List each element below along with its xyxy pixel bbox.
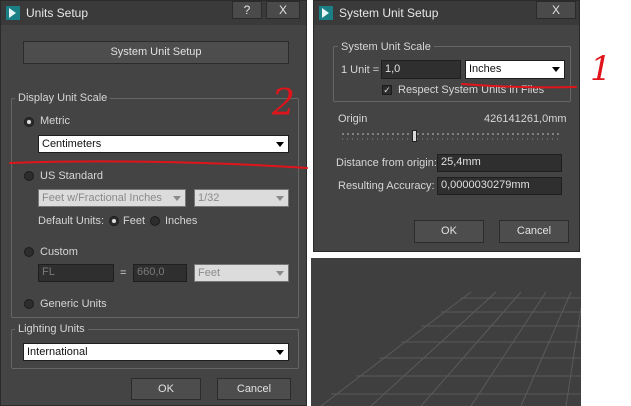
distance-label: Distance from origin: — [336, 157, 437, 169]
feet-radio[interactable] — [109, 216, 119, 226]
custom-unit-dropdown[interactable]: Feet — [194, 264, 289, 282]
lighting-units-label: Lighting Units — [15, 323, 88, 335]
perspective-viewport[interactable] — [311, 258, 581, 406]
close-button[interactable]: X — [266, 1, 300, 19]
annotation-underline-1 — [461, 83, 577, 89]
origin-slider-track[interactable] — [336, 128, 566, 142]
origin-value: 426141261,0mm — [484, 113, 567, 125]
equals-sign: = — [120, 267, 127, 279]
annotation-number-2: 2 — [272, 83, 295, 124]
custom-radio[interactable] — [24, 247, 34, 257]
system-unit-setup-dialog: System Unit Setup X System Unit Scale 1 … — [313, 0, 580, 252]
units-setup-dialog: Units Setup ? X System Unit Setup Displa… — [0, 0, 307, 406]
system-unit-setup-titlebar[interactable]: System Unit Setup X — [314, 1, 579, 25]
system-unit-scale-label: System Unit Scale — [338, 41, 434, 53]
metric-label: Metric — [40, 115, 70, 127]
metric-unit-value: Centimeters — [42, 138, 102, 150]
display-unit-scale-label: Display Unit Scale — [15, 92, 111, 104]
origin-slider-thumb[interactable] — [412, 130, 417, 142]
default-units-label: Default Units: — [38, 215, 105, 227]
viewport-grid — [320, 291, 581, 406]
app-logo-icon — [319, 6, 333, 20]
ok-button[interactable]: OK — [414, 220, 484, 243]
chevron-down-icon — [276, 142, 284, 147]
chevron-down-icon — [276, 196, 284, 201]
one-unit-label: 1 Unit = — [341, 64, 380, 76]
respect-units-checkbox[interactable]: ✓ — [382, 85, 392, 95]
us-unit-value: Feet w/Fractional Inches — [42, 192, 162, 204]
distance-field: 25,4mm — [437, 154, 562, 172]
annotation-number-1: 1 — [590, 49, 612, 89]
us-fraction-dropdown[interactable]: 1/32 — [194, 189, 289, 207]
generic-units-radio[interactable] — [24, 299, 34, 309]
units-setup-titlebar[interactable]: Units Setup ? X — [1, 1, 306, 25]
system-unit-setup-title: System Unit Setup — [339, 6, 439, 20]
custom-unit-value: Feet — [198, 267, 221, 279]
metric-radio[interactable] — [24, 117, 34, 127]
display-unit-scale-group — [11, 98, 299, 318]
inches-label: Inches — [165, 215, 198, 227]
system-unit-value: Inches — [469, 63, 502, 75]
system-unit-dropdown[interactable]: Inches — [465, 60, 565, 79]
inches-radio[interactable] — [150, 216, 160, 226]
ok-button[interactable]: OK — [131, 378, 201, 400]
cancel-button[interactable]: Cancel — [217, 378, 291, 400]
us-unit-dropdown[interactable]: Feet w/Fractional Inches — [38, 189, 186, 207]
us-fraction-value: 1/32 — [198, 192, 220, 204]
generic-units-label: Generic Units — [40, 298, 107, 310]
help-button[interactable]: ? — [232, 1, 262, 19]
accuracy-field: 0,0000030279mm — [437, 177, 562, 195]
lighting-units-value: International — [27, 346, 88, 358]
cancel-button[interactable]: Cancel — [499, 220, 569, 243]
chevron-down-icon — [173, 196, 181, 201]
app-logo-icon — [6, 6, 20, 20]
accuracy-label: Resulting Accuracy: — [338, 180, 435, 192]
lighting-units-dropdown[interactable]: International — [23, 343, 289, 361]
metric-unit-dropdown[interactable]: Centimeters — [38, 135, 289, 153]
close-button[interactable]: X — [536, 1, 576, 19]
origin-label: Origin — [338, 113, 368, 125]
annotation-underline-2 — [9, 160, 308, 169]
custom-label: Custom — [40, 246, 78, 258]
custom-name-input[interactable]: FL — [38, 264, 114, 282]
custom-amount-input[interactable]: 660,0 — [133, 264, 187, 282]
chevron-down-icon — [552, 67, 560, 72]
feet-label: Feet — [123, 215, 146, 227]
chevron-down-icon — [276, 350, 284, 355]
chevron-down-icon — [276, 271, 284, 276]
units-setup-title: Units Setup — [26, 6, 89, 20]
unit-scale-input[interactable]: 1,0 — [381, 60, 461, 79]
system-unit-setup-button[interactable]: System Unit Setup — [23, 41, 289, 64]
